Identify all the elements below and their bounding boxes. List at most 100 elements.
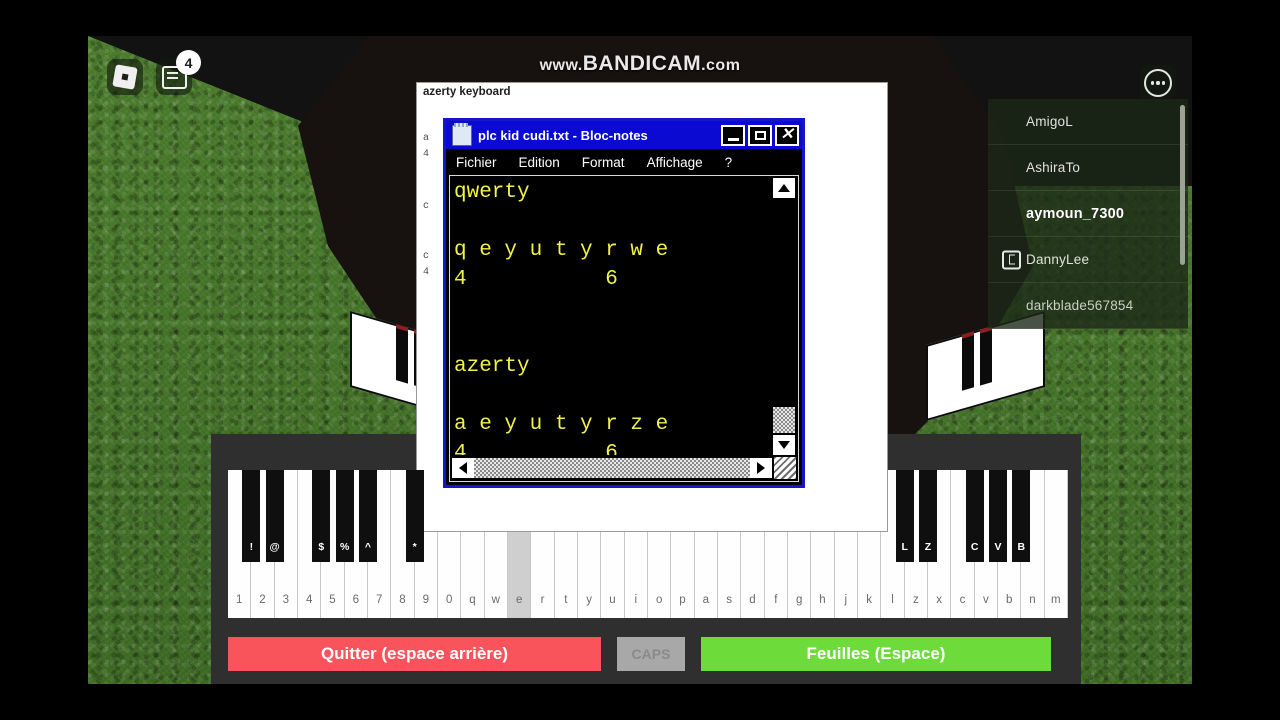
piano-black-key[interactable]: ! <box>242 470 261 562</box>
caps-toggle-button[interactable]: CAPS <box>617 637 685 671</box>
piano-key-label: m <box>1051 594 1061 606</box>
piano-key-label: 7 <box>375 594 383 606</box>
piano-key-label: $ <box>318 541 325 553</box>
close-button[interactable]: ✕ <box>775 124 799 146</box>
piano-key-label: @ <box>269 541 280 553</box>
piano-key-label: g <box>795 594 803 606</box>
piano-key-label: L <box>901 541 908 553</box>
piano-black-key[interactable]: % <box>335 470 354 562</box>
piano-key-label: * <box>412 541 417 553</box>
menu-edition[interactable]: Edition <box>519 155 560 170</box>
piano-key-label: 3 <box>282 594 290 606</box>
piano-key-label: p <box>679 594 686 606</box>
piano-key-label: V <box>994 541 1002 553</box>
piano-black-key[interactable]: V <box>989 470 1007 562</box>
list-item[interactable]: AmigoL <box>988 99 1188 145</box>
piano-black-key[interactable]: * <box>405 470 424 562</box>
piano-key-label: z <box>912 594 919 606</box>
notepad-horizontal-scrollbar[interactable] <box>452 457 772 479</box>
piano-key-label: k <box>866 594 873 606</box>
piano-black-key[interactable]: C <box>965 470 984 562</box>
piano-key-label: C <box>970 541 979 553</box>
watermark-brand: BANDICAM <box>582 52 702 75</box>
piano-key-label: 9 <box>422 594 430 606</box>
piano-key-label: o <box>655 594 663 606</box>
piano-key-label: e <box>515 594 523 606</box>
piano-black-key[interactable]: L <box>895 470 914 562</box>
quit-button[interactable]: Quitter (espace arrière) <box>228 637 601 671</box>
player-name: darkblade567854 <box>1026 298 1134 313</box>
piano-white-key[interactable]: m <box>1044 470 1068 618</box>
piano-black-key[interactable]: ^ <box>359 470 377 562</box>
list-item[interactable]: aymoun_7300 <box>988 191 1188 237</box>
minimize-button[interactable] <box>721 124 745 146</box>
piano-key-label: y <box>586 594 593 606</box>
horizontal-scroll-thumb[interactable] <box>474 458 750 478</box>
resize-grip-icon[interactable] <box>774 457 796 479</box>
piano-control-row: Quitter (espace arrière) CAPS Feuilles (… <box>228 636 1068 672</box>
notepad-vertical-scrollbar[interactable] <box>772 178 796 455</box>
scroll-left-button[interactable] <box>452 458 474 478</box>
azerty-window-title: azerty keyboard <box>423 86 511 98</box>
notepad-text-area-container[interactable]: qwerty q e y u t y r w e 4 6 azerty a e … <box>449 175 799 482</box>
notepad-text-content[interactable]: qwerty q e y u t y r w e 4 6 azerty a e … <box>454 178 770 455</box>
list-item[interactable]: AshiraTo <box>988 145 1188 191</box>
menu-format[interactable]: Format <box>582 155 625 170</box>
vertical-scroll-thumb[interactable] <box>773 407 795 433</box>
piano-key-label: 2 <box>259 594 266 606</box>
scroll-up-button[interactable] <box>773 178 795 198</box>
menu-affichage[interactable]: Affichage <box>647 155 703 170</box>
menu-help[interactable]: ? <box>725 155 733 170</box>
ghost-text-line: 4 <box>423 267 430 278</box>
notepad-title: plc kid cudi.txt - Bloc-notes <box>478 127 648 143</box>
piano-key-label: d <box>749 594 756 606</box>
piano-key-label: w <box>491 594 500 606</box>
piano-key-label: 0 <box>445 594 453 606</box>
piano-key-label: t <box>564 594 568 606</box>
sheets-button[interactable]: Feuilles (Espace) <box>701 637 1051 671</box>
piano-key-label: v <box>982 594 989 606</box>
ghost-text-line: a <box>423 133 430 144</box>
piano-black-key[interactable]: Z <box>919 470 937 562</box>
list-item[interactable]: darkblade567854 <box>988 283 1188 329</box>
bandicam-watermark: www.BANDICAM.com <box>0 52 1280 76</box>
chevron-left-icon <box>459 462 467 474</box>
piano-key-label: a <box>702 594 710 606</box>
notepad-icon <box>452 122 472 146</box>
piano-key-label: x <box>936 594 943 606</box>
piano-key-label: ! <box>249 541 254 553</box>
piano-key-label: h <box>819 594 826 606</box>
piano-key-label: % <box>339 541 350 553</box>
piano-key-label: l <box>891 594 894 606</box>
chevron-down-icon <box>778 441 790 449</box>
piano-black-key[interactable]: B <box>1012 470 1031 562</box>
piano-key-label: r <box>540 594 545 606</box>
piano-key-label: 5 <box>329 594 336 606</box>
chevron-right-icon <box>757 462 765 474</box>
notepad-window[interactable]: plc kid cudi.txt - Bloc-notes ✕ Fichier … <box>443 118 805 488</box>
player-name: AmigoL <box>1026 114 1073 129</box>
watermark-prefix: www. <box>539 57 583 74</box>
piano-key-label: n <box>1029 594 1036 606</box>
piano-black-key[interactable]: $ <box>312 470 331 562</box>
menu-fichier[interactable]: Fichier <box>456 155 497 170</box>
notepad-menubar: Fichier Edition Format Affichage ? <box>446 149 802 175</box>
maximize-button[interactable] <box>748 124 772 146</box>
scroll-right-button[interactable] <box>750 458 772 478</box>
piano-key-label: 8 <box>399 594 406 606</box>
scroll-down-button[interactable] <box>773 435 795 455</box>
piano-key-label: B <box>1017 541 1026 553</box>
list-item[interactable]: DannyLee <box>988 237 1188 283</box>
piano-key-label: ^ <box>364 541 372 553</box>
ghost-text-line: c <box>423 251 430 262</box>
player-name: AshiraTo <box>1026 160 1081 175</box>
player-list-scrollbar[interactable] <box>1180 105 1185 265</box>
notepad-titlebar[interactable]: plc kid cudi.txt - Bloc-notes ✕ <box>446 121 802 149</box>
piano-key-label: c <box>959 594 966 606</box>
piano-black-key[interactable]: @ <box>265 470 284 562</box>
piano-key-label: b <box>1005 594 1013 606</box>
player-name: DannyLee <box>1026 252 1090 267</box>
player-list[interactable]: AmigoL AshiraTo aymoun_7300 DannyLee dar… <box>988 99 1188 329</box>
piano-key-label: f <box>774 594 778 606</box>
player-name: aymoun_7300 <box>1026 205 1125 222</box>
